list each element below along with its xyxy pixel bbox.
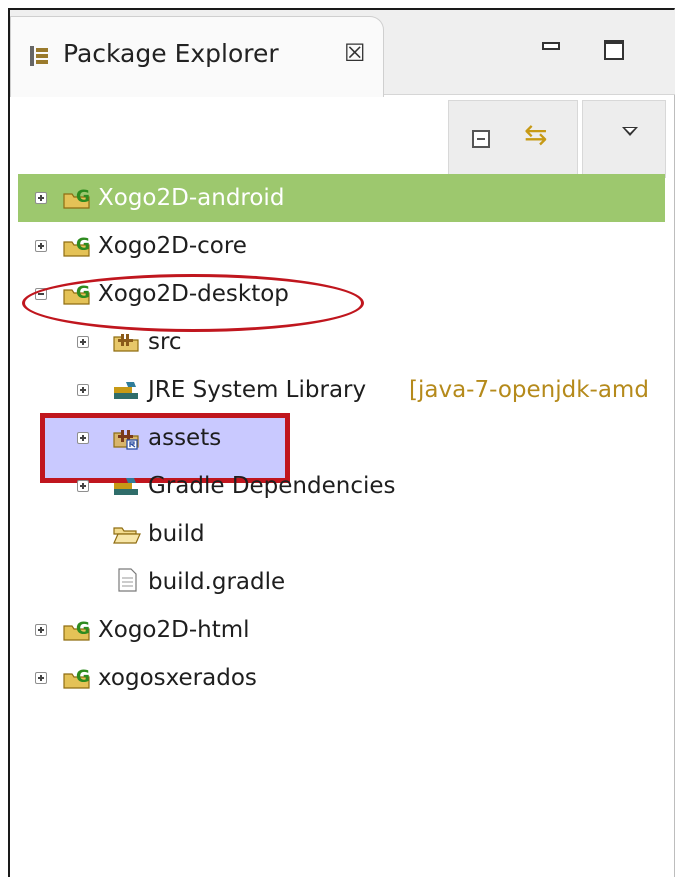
tree-item-label: src xyxy=(148,329,182,355)
expand-icon[interactable] xyxy=(77,480,89,492)
svg-text:G: G xyxy=(76,667,90,687)
tree-item-label: assets xyxy=(148,425,222,451)
gradle-project-icon: G xyxy=(63,667,90,689)
tree-item-label: Xogo2D-desktop xyxy=(98,281,289,307)
tree-item-src[interactable]: src xyxy=(18,318,665,366)
expand-icon[interactable] xyxy=(35,672,47,684)
collapse-icon[interactable] xyxy=(35,288,47,300)
package-explorer-view: Package Explorer ☒ ⇆ G Xogo2D-android G … xyxy=(8,8,675,877)
svg-text:G: G xyxy=(76,283,90,303)
expand-icon[interactable] xyxy=(77,384,89,396)
svg-text:G: G xyxy=(76,235,90,255)
tree-item-build[interactable]: build xyxy=(18,510,665,558)
tree-item-label: Xogo2D-android xyxy=(98,185,285,211)
tree-item-xogo2d-android[interactable]: G Xogo2D-android xyxy=(18,174,665,222)
library-icon xyxy=(114,382,138,399)
linked-source-folder-icon xyxy=(113,430,139,450)
link-with-editor-icon[interactable]: ⇆ xyxy=(524,118,547,151)
tree-item-label: JRE System Library xyxy=(148,377,367,403)
source-folder-icon xyxy=(113,334,139,352)
folder-icon xyxy=(113,527,141,544)
gradle-project-icon: G xyxy=(63,619,90,641)
gradle-project-icon: G xyxy=(63,235,90,257)
collapse-all-icon[interactable] xyxy=(472,130,490,148)
library-icon xyxy=(114,478,138,495)
tree-item-xogo2d-html[interactable]: G Xogo2D-html xyxy=(18,606,665,654)
tree-item-decoration: [java-7-openjdk-amd xyxy=(409,377,649,403)
view-menu-icon[interactable] xyxy=(622,127,638,136)
package-explorer-icon xyxy=(30,46,48,66)
gradle-project-icon: G xyxy=(63,283,90,305)
tree-item-label: Gradle Dependencies xyxy=(148,473,396,499)
tree-item-xogosxerados[interactable]: G xogosxerados xyxy=(18,654,665,702)
svg-text:G: G xyxy=(76,187,90,207)
view-tab-bar: Package Explorer ☒ xyxy=(10,10,675,97)
tree-item-label: Xogo2D-html xyxy=(98,617,250,643)
expand-icon[interactable] xyxy=(77,432,89,444)
tree-item-label: xogosxerados xyxy=(98,665,257,691)
tree-item-label: build.gradle xyxy=(148,569,286,595)
expand-icon[interactable] xyxy=(35,240,47,252)
expand-icon[interactable] xyxy=(77,336,89,348)
expand-icon[interactable] xyxy=(35,624,47,636)
gradle-project-icon: G xyxy=(63,187,90,209)
tree-item-build-gradle[interactable]: build.gradle xyxy=(18,558,665,606)
tree-item-label: build xyxy=(148,521,205,547)
view-title: Package Explorer xyxy=(63,39,279,68)
tree-item-xogo2d-desktop[interactable]: G Xogo2D-desktop xyxy=(18,270,665,318)
tree-item-assets[interactable]: assets xyxy=(18,414,665,462)
tab-package-explorer[interactable]: Package Explorer ☒ xyxy=(10,16,384,97)
view-menu-button[interactable] xyxy=(582,100,666,178)
view-toolbar xyxy=(448,100,578,178)
maximize-icon[interactable] xyxy=(604,40,624,60)
tree-item-gradle-dependencies[interactable]: Gradle Dependencies xyxy=(18,462,665,510)
close-icon[interactable]: ☒ xyxy=(344,39,366,67)
expand-icon[interactable] xyxy=(35,192,47,204)
svg-text:G: G xyxy=(76,619,90,639)
file-icon xyxy=(118,568,137,592)
tree-item-label: Xogo2D-core xyxy=(98,233,247,259)
tree-item-jre-system-library[interactable]: JRE System Library [java-7-openjdk-amd xyxy=(18,366,665,414)
minimize-icon[interactable] xyxy=(542,42,560,50)
tree-item-xogo2d-core[interactable]: G Xogo2D-core xyxy=(18,222,665,270)
